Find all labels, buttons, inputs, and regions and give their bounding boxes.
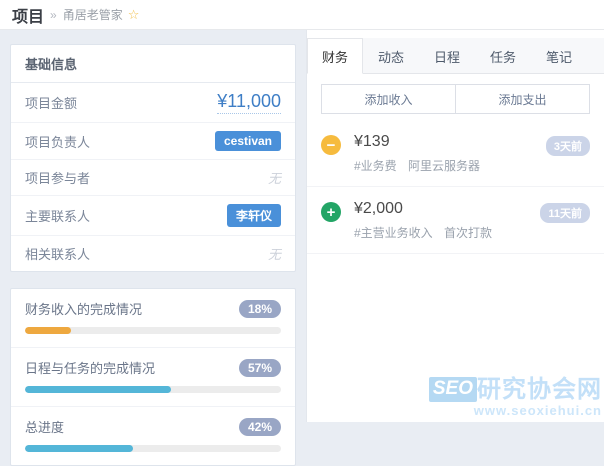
owner-label: 项目负责人 bbox=[25, 134, 91, 150]
plus-icon: + bbox=[321, 202, 341, 222]
amount-label: 项目金额 bbox=[25, 96, 78, 111]
progress-schedule-tasks-fill bbox=[25, 386, 171, 393]
info-row-participants: 项目参与者 无 bbox=[11, 160, 295, 196]
progress-schedule-tasks-percent-badge: 57% bbox=[238, 358, 281, 377]
transaction-body: ¥2,000 #主营业务收入 首次打款 bbox=[354, 200, 540, 241]
transaction-meta: #业务费 阿里云服务器 bbox=[354, 157, 546, 174]
breadcrumb-projects-link[interactable]: 项目 bbox=[12, 3, 44, 27]
main-contact-badge[interactable]: 李轩仪 bbox=[226, 204, 281, 227]
owner-badge[interactable]: cestivan bbox=[214, 131, 281, 151]
info-row-main-contact: 主要联系人 李轩仪 bbox=[11, 196, 295, 236]
related-contact-empty-value: 无 bbox=[267, 247, 281, 262]
transaction-time-badge: 3天前 bbox=[545, 136, 590, 156]
transaction-list: − ¥139 #业务费 阿里云服务器 3天前 + ¥2,000 #主营业务收入 … bbox=[307, 120, 604, 254]
favorite-star-icon[interactable]: ☆ bbox=[128, 7, 140, 23]
progress-finance-fill bbox=[25, 327, 72, 334]
related-contact-label: 相关联系人 bbox=[25, 247, 91, 262]
progress-total-percent-badge: 42% bbox=[238, 417, 281, 436]
transaction-time-badge: 11天前 bbox=[540, 203, 590, 223]
tab-activity[interactable]: 动态 bbox=[363, 38, 419, 74]
tab-schedule[interactable]: 日程 bbox=[419, 38, 475, 74]
tab-bar: 财务 动态 日程 任务 笔记 bbox=[307, 38, 604, 74]
transaction-amount: ¥139 bbox=[354, 133, 390, 150]
progress-card: 财务收入的完成情况 18% 日程与任务的完成情况 57% 总进度 42% bbox=[10, 288, 296, 466]
left-column: 基础信息 项目金额 ¥11,000 项目负责人 cestivan 项目参与者 无… bbox=[0, 30, 296, 466]
right-panel: 财务 动态 日程 任务 笔记 添加收入 添加支出 − ¥139 #业务费 阿里云… bbox=[306, 30, 604, 422]
progress-schedule-tasks: 日程与任务的完成情况 57% bbox=[11, 348, 295, 407]
progress-total-fill bbox=[25, 445, 133, 452]
basic-info-card: 基础信息 项目金额 ¥11,000 项目负责人 cestivan 项目参与者 无… bbox=[10, 44, 296, 272]
transaction-row-expense[interactable]: − ¥139 #业务费 阿里云服务器 3天前 bbox=[307, 120, 604, 187]
transaction-body: ¥139 #业务费 阿里云服务器 bbox=[354, 133, 546, 174]
finance-actions: 添加收入 添加支出 bbox=[321, 84, 590, 114]
basic-info-title: 基础信息 bbox=[11, 45, 295, 83]
progress-schedule-tasks-track bbox=[25, 386, 281, 393]
info-row-owner: 项目负责人 cestivan bbox=[11, 123, 295, 160]
project-amount-value[interactable]: ¥11,000 bbox=[217, 91, 281, 114]
tab-finance[interactable]: 财务 bbox=[307, 38, 363, 74]
project-name: 甬居老管家 bbox=[62, 8, 123, 22]
breadcrumb: 项目 » 甬居老管家 ☆ bbox=[0, 0, 604, 30]
progress-finance-track bbox=[25, 327, 281, 334]
progress-schedule-tasks-label: 日程与任务的完成情况 bbox=[25, 361, 156, 376]
progress-finance-percent-badge: 18% bbox=[238, 299, 281, 318]
transaction-note: 首次打款 bbox=[444, 226, 493, 240]
tab-tasks[interactable]: 任务 bbox=[475, 38, 531, 74]
tab-notes[interactable]: 笔记 bbox=[531, 38, 587, 74]
main-contact-label: 主要联系人 bbox=[25, 209, 91, 224]
add-income-button[interactable]: 添加收入 bbox=[321, 84, 456, 114]
transaction-amount: ¥2,000 bbox=[354, 200, 403, 217]
content-area: 基础信息 项目金额 ¥11,000 项目负责人 cestivan 项目参与者 无… bbox=[0, 30, 604, 466]
transaction-meta: #主营业务收入 首次打款 bbox=[354, 224, 540, 241]
progress-finance: 财务收入的完成情况 18% bbox=[11, 289, 295, 348]
participants-label: 项目参与者 bbox=[25, 171, 91, 186]
minus-icon: − bbox=[321, 135, 341, 155]
add-expense-button[interactable]: 添加支出 bbox=[455, 84, 590, 114]
transaction-row-income[interactable]: + ¥2,000 #主营业务收入 首次打款 11天前 bbox=[307, 187, 604, 254]
transaction-note: 阿里云服务器 bbox=[408, 159, 481, 173]
transaction-tag: #业务费 bbox=[354, 159, 397, 173]
participants-empty-value: 无 bbox=[267, 171, 281, 186]
info-row-amount: 项目金额 ¥11,000 bbox=[11, 83, 295, 123]
progress-total-label: 总进度 bbox=[25, 420, 65, 435]
transaction-tag: #主营业务收入 bbox=[354, 226, 433, 240]
progress-finance-label: 财务收入的完成情况 bbox=[25, 302, 143, 317]
progress-total-track bbox=[25, 445, 281, 452]
info-row-related-contact: 相关联系人 无 bbox=[11, 236, 295, 271]
breadcrumb-separator: » bbox=[50, 7, 57, 22]
progress-total: 总进度 42% bbox=[11, 407, 295, 465]
project-detail-page: 项目 » 甬居老管家 ☆ 基础信息 项目金额 ¥11,000 项目负责人 ces… bbox=[0, 0, 604, 466]
